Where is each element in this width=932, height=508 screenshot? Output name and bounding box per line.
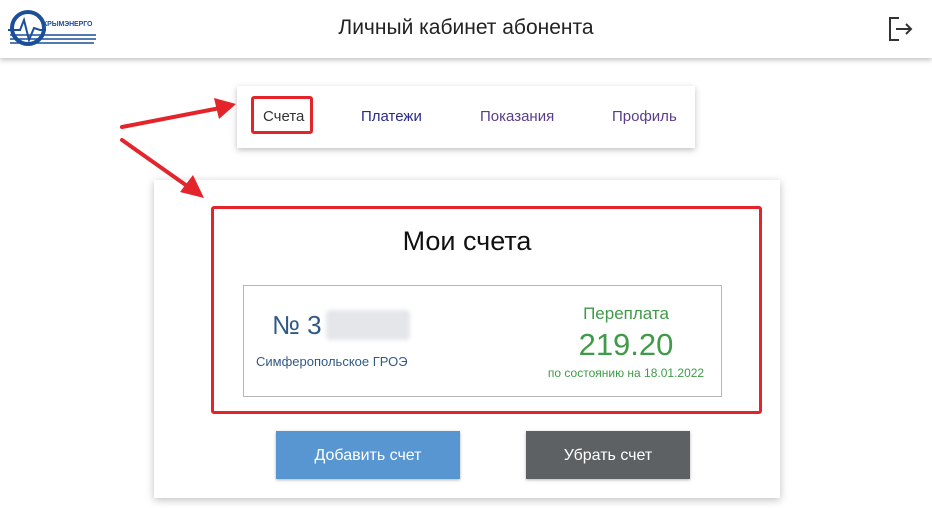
remove-account-button[interactable]: Убрать счет (526, 431, 690, 479)
add-account-button[interactable]: Добавить счет (276, 431, 460, 479)
tab-readings[interactable]: Показания (480, 108, 554, 125)
tab-profile[interactable]: Профиль (612, 108, 677, 125)
logout-button[interactable] (886, 15, 914, 43)
highlight-frame-tab (251, 96, 313, 134)
highlight-frame-card (211, 206, 762, 414)
tab-payments[interactable]: Платежи (361, 108, 422, 125)
arrow-to-tab (120, 98, 236, 129)
page-title: Личный кабинет абонента (338, 16, 594, 39)
logout-icon (889, 17, 913, 41)
app-header: КРЫМЭНЕРГО Личный кабинет абонента (0, 0, 932, 58)
